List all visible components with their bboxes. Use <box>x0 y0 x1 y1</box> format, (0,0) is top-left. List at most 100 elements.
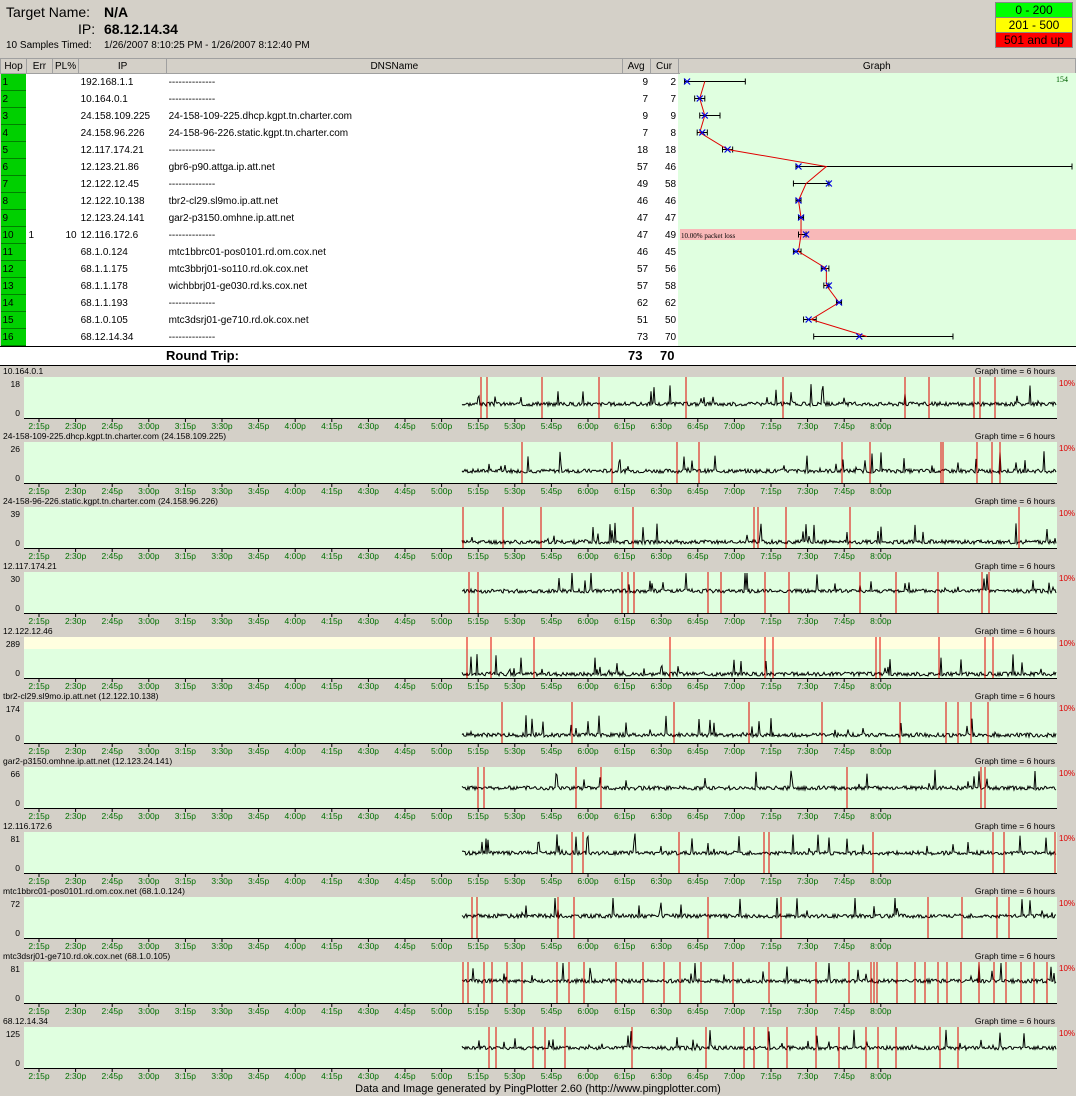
time-tick-label: 7:15p <box>760 1006 782 1016</box>
col-dns[interactable]: DNSName <box>166 58 623 74</box>
time-tick-label: 5:00p <box>431 1006 453 1016</box>
time-tick-label: 2:30p <box>65 941 87 951</box>
time-tick-label: 5:00p <box>431 941 453 951</box>
col-avg[interactable]: Avg <box>621 58 651 74</box>
graph-time-label: Graph time = 6 hours <box>975 886 1055 896</box>
time-tick-label: 4:15p <box>321 1006 343 1016</box>
hop-err <box>26 158 53 176</box>
time-tick-label: 7:15p <box>760 551 782 561</box>
hop-pl <box>52 175 79 193</box>
timeline-graph: 12.117.174.21 Graph time = 6 hours10%3002… <box>0 561 1076 626</box>
loss-scale-label: 10% <box>1059 964 1075 973</box>
time-tick-label: 4:30p <box>358 941 380 951</box>
time-tick-label: 7:00p <box>724 681 746 691</box>
col-ip[interactable]: IP <box>78 58 168 74</box>
time-tick-label: 3:45p <box>248 811 270 821</box>
time-tick-label: 2:30p <box>65 876 87 886</box>
time-tick-label: 2:30p <box>65 1071 87 1081</box>
header-panel: Target Name: N/A IP: 68.12.14.34 10 Samp… <box>0 0 1076 58</box>
time-tick-label: 2:45p <box>102 681 124 691</box>
time-tick-label: 4:45p <box>394 486 416 496</box>
time-tick-label: 7:00p <box>724 746 746 756</box>
time-tick-label: 5:00p <box>431 1071 453 1081</box>
hop-err <box>26 311 53 329</box>
time-tick-label: 4:30p <box>358 486 380 496</box>
hop-avg: 46 <box>622 243 651 261</box>
time-tick-label: 5:15p <box>468 616 490 626</box>
legend-low: 0 - 200 <box>995 2 1073 17</box>
timeline-graph: 24-158-109-225.dhcp.kgpt.tn.charter.com … <box>0 431 1076 496</box>
timeline-title: 68.12.14.34 <box>3 1016 48 1026</box>
time-tick-label: 7:15p <box>760 1071 782 1081</box>
time-tick-label: 7:15p <box>760 876 782 886</box>
hop-avg: 51 <box>622 311 651 329</box>
time-tick-label: 4:15p <box>321 746 343 756</box>
hop-err <box>26 73 53 91</box>
hop-avg: 18 <box>622 141 651 159</box>
hop-err: 1 <box>26 226 53 244</box>
hop-avg: 57 <box>622 260 651 278</box>
time-tick-label: 3:00p <box>138 551 160 561</box>
col-pl[interactable]: PL% <box>51 58 80 74</box>
time-tick-label: 4:15p <box>321 616 343 626</box>
time-tick-label: 8:00p <box>870 746 892 756</box>
time-tick-label: 4:45p <box>394 811 416 821</box>
round-trip-avg: 73 <box>628 348 643 363</box>
time-tick-label: 6:45p <box>687 1006 709 1016</box>
hop-pl <box>52 311 79 329</box>
hop-ip: 12.117.174.21 <box>78 141 167 159</box>
col-hop[interactable]: Hop <box>0 58 27 74</box>
time-tick-label: 4:00p <box>285 486 307 496</box>
time-tick-label: 4:45p <box>394 551 416 561</box>
time-tick-label: 8:00p <box>870 941 892 951</box>
hop-ip: 12.123.21.86 <box>78 158 167 176</box>
graph-time-label: Graph time = 6 hours <box>975 821 1055 831</box>
timeline-graph: mtc3dsrj01-ge710.rd.ok.cox.net (68.1.0.1… <box>0 951 1076 1016</box>
time-tick-label: 4:15p <box>321 486 343 496</box>
time-tick-label: 3:15p <box>175 746 197 756</box>
time-tick-label: 8:00p <box>870 1006 892 1016</box>
timeline-graphs: 10.164.0.1 Graph time = 6 hours 10% 18 0 2:15… <box>0 366 1076 1081</box>
time-tick-label: 6:00p <box>577 941 599 951</box>
col-cur[interactable]: Cur <box>649 58 679 74</box>
hop-avg: 57 <box>622 277 651 295</box>
timeline-title: 12.116.172.6 <box>3 821 52 831</box>
timeline-plot-bg <box>24 572 1057 613</box>
time-tick-label: 2:15p <box>28 486 50 496</box>
hop-ip: 10.164.0.1 <box>78 90 167 108</box>
time-tick-label: 2:15p <box>28 551 50 561</box>
timeline-min-label: 0 <box>15 1058 20 1068</box>
time-tick-label: 2:45p <box>102 811 124 821</box>
time-tick-label: 2:15p <box>28 616 50 626</box>
col-graph[interactable]: Graph <box>677 58 1076 74</box>
hop-pl <box>52 260 79 278</box>
time-tick-label: 3:30p <box>211 1006 233 1016</box>
time-tick-label: 2:45p <box>102 876 124 886</box>
timeline-min-label: 0 <box>15 408 20 418</box>
time-tick-label: 4:15p <box>321 941 343 951</box>
time-tick-label: 3:45p <box>248 421 270 431</box>
time-tick-label: 3:00p <box>138 486 160 496</box>
timeline-title: 24-158-96-226.static.kgpt.tn.charter.com… <box>3 496 218 506</box>
footer-credit: Data and Image generated by PingPlotter … <box>355 1083 721 1095</box>
time-tick-label: 4:15p <box>321 551 343 561</box>
time-tick-label: 7:30p <box>797 616 819 626</box>
hop-number: 12 <box>0 260 27 278</box>
packet-loss-band <box>680 229 1076 240</box>
col-err[interactable]: Err <box>25 58 53 74</box>
time-tick-label: 7:45p <box>834 811 856 821</box>
time-tick-label: 7:15p <box>760 681 782 691</box>
time-tick-label: 5:45p <box>541 941 563 951</box>
loss-scale-label: 10% <box>1059 769 1075 778</box>
loss-scale-label: 10% <box>1059 379 1075 388</box>
time-tick-label: 6:00p <box>577 876 599 886</box>
time-tick-label: 2:30p <box>65 421 87 431</box>
time-tick-label: 5:00p <box>431 486 453 496</box>
hop-err <box>26 192 53 210</box>
time-tick-label: 2:30p <box>65 811 87 821</box>
time-tick-label: 4:00p <box>285 876 307 886</box>
timeline-plot-bg <box>24 702 1057 743</box>
hop-dns: 24-158-109-225.dhcp.kgpt.tn.charter.com <box>166 107 623 125</box>
time-tick-label: 8:00p <box>870 616 892 626</box>
round-trip-label: Round Trip: <box>166 348 239 363</box>
